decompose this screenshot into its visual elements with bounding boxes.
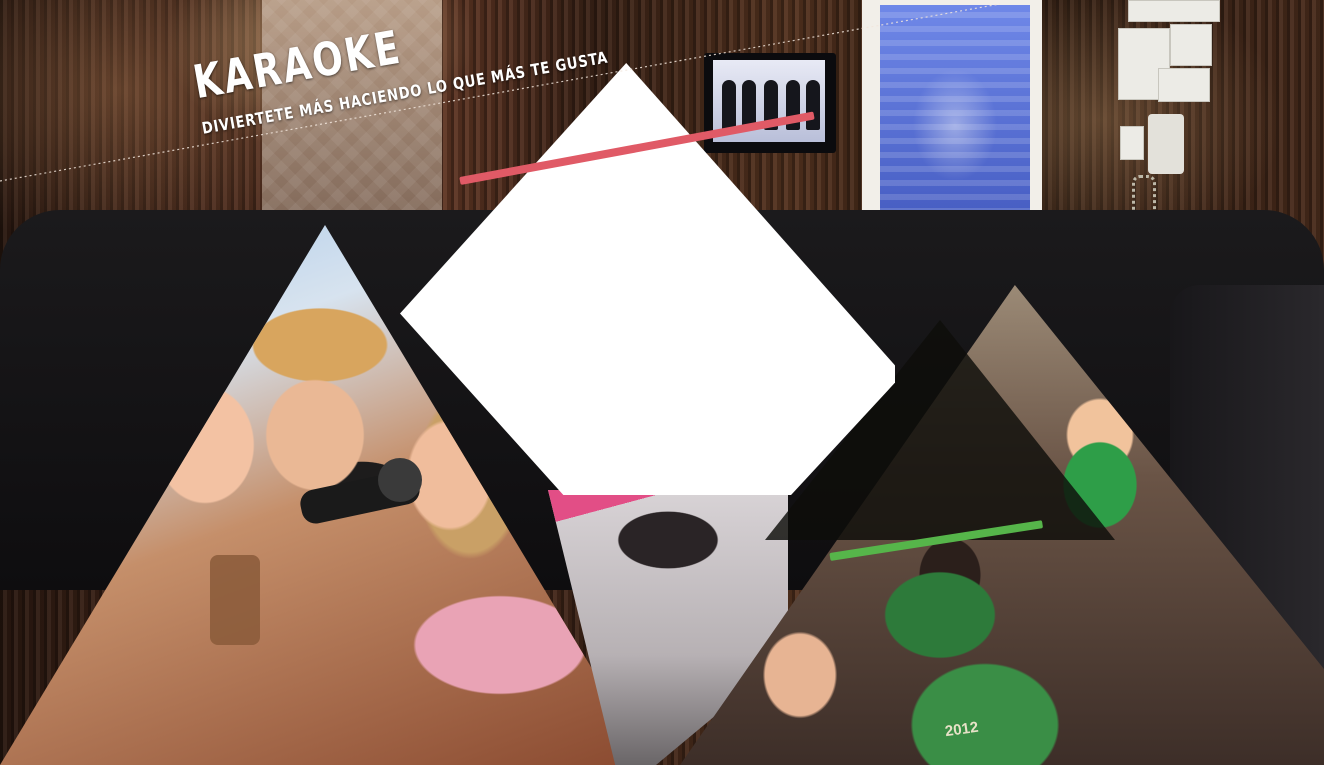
wall-notice	[1170, 24, 1212, 66]
tv-figure	[806, 80, 820, 130]
light-switch	[1120, 126, 1144, 160]
tv-figure	[722, 80, 736, 130]
shirt-print: 2012	[943, 718, 980, 741]
wall-notice	[1128, 0, 1220, 22]
hero-scene: 2012 KARAOKE DIVIERTETE MÁS HACIENDO LO …	[0, 0, 1324, 765]
wall-phone	[1148, 114, 1184, 174]
intercom-panel	[1158, 68, 1210, 102]
